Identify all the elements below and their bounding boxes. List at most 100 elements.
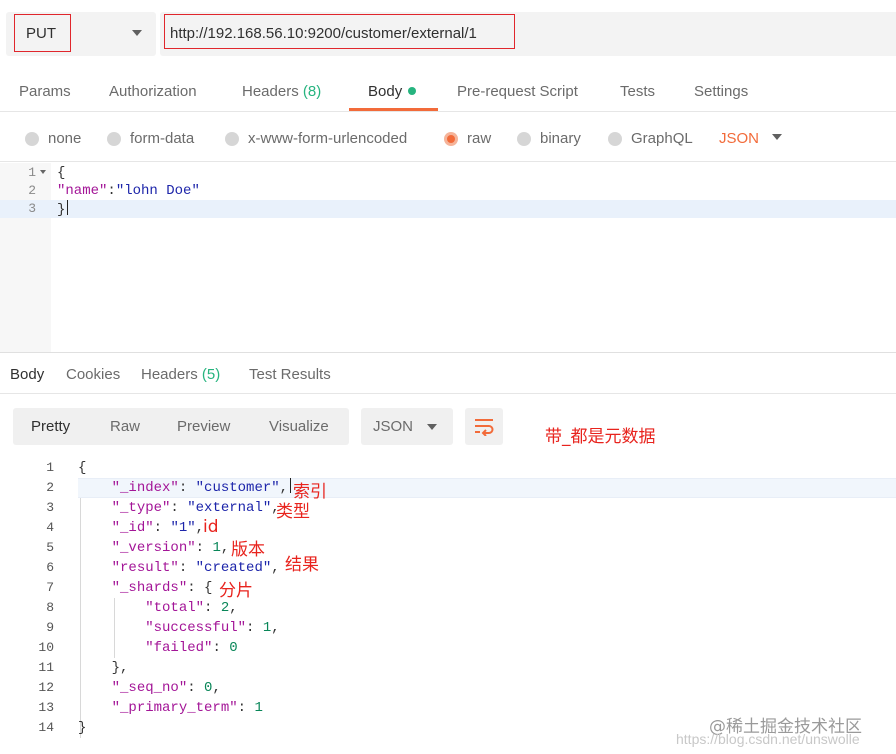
chevron-down-icon bbox=[427, 424, 437, 430]
tab-label: Headers bbox=[141, 366, 198, 383]
response-line: 1 { bbox=[0, 458, 896, 478]
wrap-lines-button[interactable] bbox=[465, 408, 503, 445]
radio-icon[interactable] bbox=[25, 131, 39, 146]
json-key: "failed" bbox=[145, 640, 213, 656]
request-body-editor[interactable]: 1 { 2 "name":"lohn Doe" 3 } bbox=[0, 163, 896, 352]
tab-label: Authorization bbox=[109, 83, 197, 100]
radio-icon[interactable] bbox=[517, 131, 531, 146]
response-line: 9 "successful": 1, bbox=[0, 618, 896, 638]
tab-test-results[interactable]: Test Results bbox=[249, 366, 331, 383]
active-tab-indicator bbox=[349, 108, 438, 111]
code-text: } bbox=[57, 200, 69, 219]
view-preview-button[interactable]: Preview bbox=[177, 418, 230, 435]
radio-checked-icon[interactable] bbox=[444, 131, 458, 146]
view-visualize-button[interactable]: Visualize bbox=[269, 418, 329, 435]
code-text: "_primary_term": 1 bbox=[111, 700, 263, 716]
json-key: "_primary_term" bbox=[111, 700, 238, 716]
radio-raw[interactable]: raw bbox=[444, 130, 491, 147]
watermark-url: https://blog.csdn.net/unswolle bbox=[676, 731, 860, 747]
line-number: 7 bbox=[46, 580, 54, 595]
code-text: "_version": 1, bbox=[111, 540, 230, 556]
json-key: "total" bbox=[145, 600, 205, 616]
response-format-select[interactable]: JSON bbox=[361, 408, 453, 445]
code-text: "failed": 0 bbox=[145, 640, 238, 656]
method-label: PUT bbox=[26, 25, 56, 42]
radio-label: binary bbox=[540, 130, 581, 147]
body-format-select[interactable]: JSON bbox=[719, 130, 759, 147]
url-text[interactable]: http://192.168.56.10:9200/customer/exter… bbox=[170, 25, 477, 42]
code-token: } bbox=[57, 202, 66, 218]
tab-response-body[interactable]: Body bbox=[10, 366, 44, 383]
tab-label: Headers bbox=[242, 83, 299, 100]
response-line: 3 "_type": "external", bbox=[0, 498, 896, 518]
code-text: "name":"lohn Doe" bbox=[57, 182, 200, 200]
chevron-down-icon[interactable] bbox=[132, 30, 142, 36]
tab-body[interactable]: Body bbox=[368, 83, 417, 100]
tab-label: Body bbox=[10, 366, 45, 383]
response-line: 5 "_version": 1, bbox=[0, 538, 896, 558]
line-number: 14 bbox=[38, 720, 54, 735]
request-bar: PUT http://192.168.56.10:9200/customer/e… bbox=[0, 0, 896, 66]
view-pretty-button[interactable]: Pretty bbox=[31, 418, 70, 435]
chevron-down-icon[interactable] bbox=[772, 134, 782, 140]
radio-graphql[interactable]: GraphQL bbox=[608, 130, 693, 147]
tab-params[interactable]: Params bbox=[19, 83, 71, 100]
tab-label: Cookies bbox=[66, 366, 121, 383]
tab-response-headers[interactable]: Headers (5) bbox=[141, 366, 220, 383]
radio-icon[interactable] bbox=[225, 131, 239, 146]
line-number: 3 bbox=[46, 500, 54, 515]
tab-authorization[interactable]: Authorization bbox=[109, 83, 197, 100]
tab-label: Settings bbox=[694, 83, 749, 100]
radio-icon[interactable] bbox=[608, 131, 622, 146]
response-line: 8 "total": 2, bbox=[0, 598, 896, 618]
json-key: "_version" bbox=[111, 540, 196, 556]
code-text: "_shards": { bbox=[111, 580, 213, 596]
json-key: "result" bbox=[111, 560, 179, 576]
json-number: 1 bbox=[212, 540, 221, 556]
text-cursor bbox=[290, 478, 292, 493]
json-key: "name" bbox=[57, 183, 108, 199]
code-text: "_type": "external", bbox=[111, 500, 280, 516]
tab-label: Params bbox=[19, 83, 71, 100]
code-text: "_seq_no": 0, bbox=[111, 680, 221, 696]
tab-cookies[interactable]: Cookies bbox=[66, 366, 120, 383]
line-number: 2 bbox=[28, 183, 36, 198]
response-line: 10 "failed": 0 bbox=[0, 638, 896, 658]
tab-settings[interactable]: Settings bbox=[694, 83, 748, 100]
editor-line-current: 3 } bbox=[0, 200, 896, 218]
view-mode-group: Pretty Raw Preview Visualize bbox=[13, 408, 349, 445]
code-text: }, bbox=[78, 660, 129, 676]
line-number: 13 bbox=[38, 700, 54, 715]
line-number: 5 bbox=[46, 540, 54, 555]
json-string: "created" bbox=[195, 560, 272, 576]
tab-pre-request-script[interactable]: Pre-request Script bbox=[457, 83, 578, 100]
radio-label: GraphQL bbox=[631, 130, 693, 147]
json-string: "customer" bbox=[195, 480, 280, 496]
line-number: 11 bbox=[38, 660, 54, 675]
json-key: "_seq_no" bbox=[111, 680, 188, 696]
annotation-metadata-note: 带_都是元数据 bbox=[545, 427, 656, 447]
radio-icon[interactable] bbox=[107, 131, 121, 146]
radio-binary[interactable]: binary bbox=[517, 130, 581, 147]
code-text: "successful": 1, bbox=[145, 620, 280, 636]
fold-toggle-icon[interactable] bbox=[40, 170, 46, 174]
tab-label: Body bbox=[368, 83, 403, 100]
tab-label: Pre-request Script bbox=[457, 83, 578, 100]
radio-label: form-data bbox=[130, 130, 195, 147]
body-modified-dot-icon bbox=[408, 87, 417, 95]
radio-x-www-form-urlencoded[interactable]: x-www-form-urlencoded bbox=[225, 130, 407, 147]
response-line-current: 2 "_index": "customer", bbox=[0, 478, 896, 498]
json-key: "_type" bbox=[111, 500, 171, 516]
response-body-viewer[interactable]: 1 { 2 "_index": "customer", 3 "_type": "… bbox=[0, 458, 896, 754]
tab-headers[interactable]: Headers (8) bbox=[242, 83, 321, 100]
radio-none[interactable]: none bbox=[25, 130, 81, 147]
line-number: 6 bbox=[46, 560, 54, 575]
line-number: 4 bbox=[46, 520, 54, 535]
line-number: 2 bbox=[46, 480, 54, 495]
json-number: 1 bbox=[254, 700, 263, 716]
response-line: 12 "_seq_no": 0, bbox=[0, 678, 896, 698]
tab-tests[interactable]: Tests bbox=[620, 83, 655, 100]
view-raw-button[interactable]: Raw bbox=[110, 418, 140, 435]
radio-form-data[interactable]: form-data bbox=[107, 130, 194, 147]
json-number: 1 bbox=[262, 620, 272, 636]
